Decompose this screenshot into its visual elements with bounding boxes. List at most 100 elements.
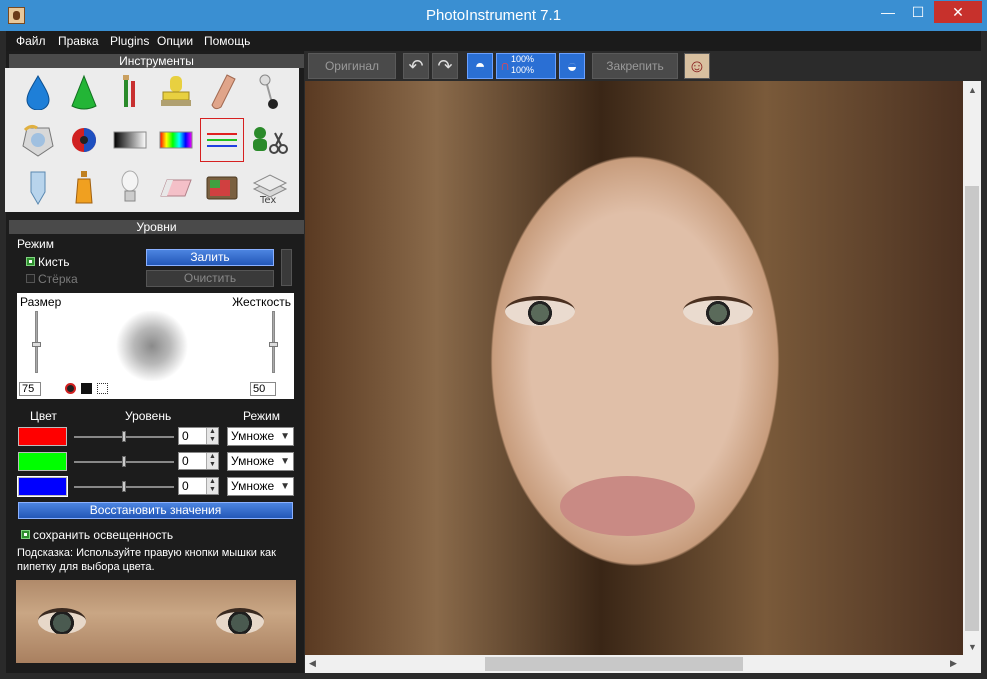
menu-help[interactable]: Помощь: [204, 34, 250, 48]
levels-icon: [207, 133, 237, 147]
tools-panel-title: Инструменты: [9, 54, 304, 68]
spectrum-icon: [159, 131, 193, 149]
close-button[interactable]: ✕: [934, 1, 982, 23]
restore-values-button[interactable]: Восстановить значения: [18, 502, 293, 519]
mode-select-blue[interactable]: Умноже ▼: [227, 477, 294, 496]
portrait-icon: ☺: [687, 56, 707, 76]
brush-checkbox[interactable]: [26, 257, 35, 266]
original-button[interactable]: Оригинал: [308, 53, 396, 79]
brushes-tool[interactable]: [108, 70, 152, 114]
level-input-blue[interactable]: 0 ▲ ▼: [178, 477, 219, 495]
chevron-down-icon: ▼: [280, 481, 290, 492]
cone-tool[interactable]: [62, 70, 106, 114]
drop-tool[interactable]: [16, 70, 60, 114]
hardness-value[interactable]: 50: [250, 382, 276, 396]
gradient-tool[interactable]: [108, 118, 152, 162]
level-knob[interactable]: [122, 456, 126, 467]
lamp-icon: [121, 170, 139, 202]
selection-brush-icon[interactable]: [97, 383, 108, 394]
level-input-green[interactable]: 0 ▲ ▼: [178, 452, 219, 470]
mode-select-red[interactable]: Умноже ▼: [227, 427, 294, 446]
scroll-down-icon[interactable]: ▼: [968, 642, 977, 652]
spin-arrows-icon[interactable]: ▲ ▼: [206, 428, 218, 444]
horizontal-scroll-thumb[interactable]: [485, 657, 743, 671]
size-slider-knob[interactable]: [32, 342, 41, 347]
spin-arrows-icon[interactable]: ▲ ▼: [206, 453, 218, 469]
size-value[interactable]: 75: [19, 382, 41, 396]
avatar[interactable]: ☺: [684, 53, 710, 79]
menu-plugins[interactable]: Plugins: [110, 34, 149, 48]
round-brush-icon[interactable]: [65, 383, 76, 394]
brushes-icon: [123, 75, 135, 107]
level-column-label: Уровень: [125, 409, 172, 423]
pin-icon: [259, 74, 278, 109]
brush-settings: Размер Жесткость 75 50: [17, 293, 294, 399]
keep-light-checkbox[interactable]: [21, 530, 30, 539]
level-knob[interactable]: [122, 481, 126, 492]
clone-scissors-tool[interactable]: [247, 118, 291, 162]
photo-lips: [560, 476, 695, 536]
square-brush-icon[interactable]: [81, 383, 92, 394]
color-swatch-blue[interactable]: [17, 476, 68, 497]
bottle-tool[interactable]: [62, 166, 106, 210]
zoom-100-button[interactable]: ∩ 100% 100%: [496, 53, 556, 79]
scroll-left-icon[interactable]: ◀: [309, 658, 316, 669]
menu-options[interactable]: Опции: [157, 34, 193, 48]
lamp-tool[interactable]: [108, 166, 152, 210]
navigator-preview[interactable]: [16, 580, 296, 663]
levels-tool[interactable]: [200, 118, 244, 162]
panel-drag-handle[interactable]: [281, 249, 292, 286]
color-swatch-green[interactable]: [18, 452, 67, 471]
level-slider-blue[interactable]: [74, 481, 174, 492]
menu-file[interactable]: Файл: [16, 34, 46, 48]
vertical-scrollbar[interactable]: ▲ ▼: [963, 81, 981, 655]
keep-light-label: сохранить освещенность: [33, 528, 174, 542]
tube-tool[interactable]: [16, 166, 60, 210]
zoom-bottom-label: 100%: [511, 65, 535, 75]
pin-button[interactable]: Закрепить: [592, 53, 678, 79]
color-ball-icon: [72, 128, 96, 152]
undo-icon[interactable]: ↶: [403, 53, 429, 79]
zoom-out-icon[interactable]: ◓: [467, 53, 493, 79]
color-ball-tool[interactable]: [62, 118, 106, 162]
stamp-tool[interactable]: [154, 70, 198, 114]
size-slider[interactable]: [32, 311, 41, 373]
spin-arrows-icon[interactable]: ▲ ▼: [206, 478, 218, 494]
text-layers-icon: Tex: [252, 174, 288, 205]
horizontal-scrollbar[interactable]: ◀ ▶: [305, 655, 963, 673]
spectrum-tool[interactable]: [154, 118, 198, 162]
menu-edit[interactable]: Правка: [58, 34, 99, 48]
level-slider-red[interactable]: [74, 431, 174, 442]
text-tool[interactable]: Tex: [247, 166, 291, 210]
vertical-scroll-thumb[interactable]: [965, 186, 979, 631]
clear-button[interactable]: Очистить: [146, 270, 274, 287]
eraser-checkbox[interactable]: [26, 274, 35, 283]
eraser-tool[interactable]: [154, 166, 198, 210]
crystal-tool[interactable]: [16, 118, 60, 162]
level-input-red[interactable]: 0 ▲ ▼: [178, 427, 219, 445]
fill-button[interactable]: Залить: [146, 249, 274, 266]
scroll-right-icon[interactable]: ▶: [950, 658, 957, 669]
color-swatch-red[interactable]: [18, 427, 67, 446]
image-canvas[interactable]: [305, 81, 963, 655]
levels-panel-title: Уровни: [9, 220, 304, 234]
hardness-slider[interactable]: [269, 311, 278, 373]
level-slider-green[interactable]: [74, 456, 174, 467]
redo-icon[interactable]: ↷: [432, 53, 458, 79]
tv-tool[interactable]: [200, 166, 244, 210]
scissors-icon: [253, 127, 288, 154]
pin-tool[interactable]: [247, 70, 291, 114]
brush-label: Кисть: [38, 255, 70, 269]
finger-tool[interactable]: [200, 70, 244, 114]
tools-grid: Tex: [5, 68, 299, 212]
level-knob[interactable]: [122, 431, 126, 442]
minimize-button[interactable]: —: [873, 1, 903, 23]
hardness-slider-knob[interactable]: [269, 342, 278, 347]
tube-icon: [30, 171, 46, 205]
zoom-in-icon[interactable]: ◒: [559, 53, 585, 79]
chevron-down-icon: ▼: [280, 456, 290, 467]
photo: [305, 81, 963, 655]
maximize-button[interactable]: ☐: [903, 1, 933, 23]
scroll-up-icon[interactable]: ▲: [968, 85, 977, 95]
mode-select-green[interactable]: Умноже ▼: [227, 452, 294, 471]
